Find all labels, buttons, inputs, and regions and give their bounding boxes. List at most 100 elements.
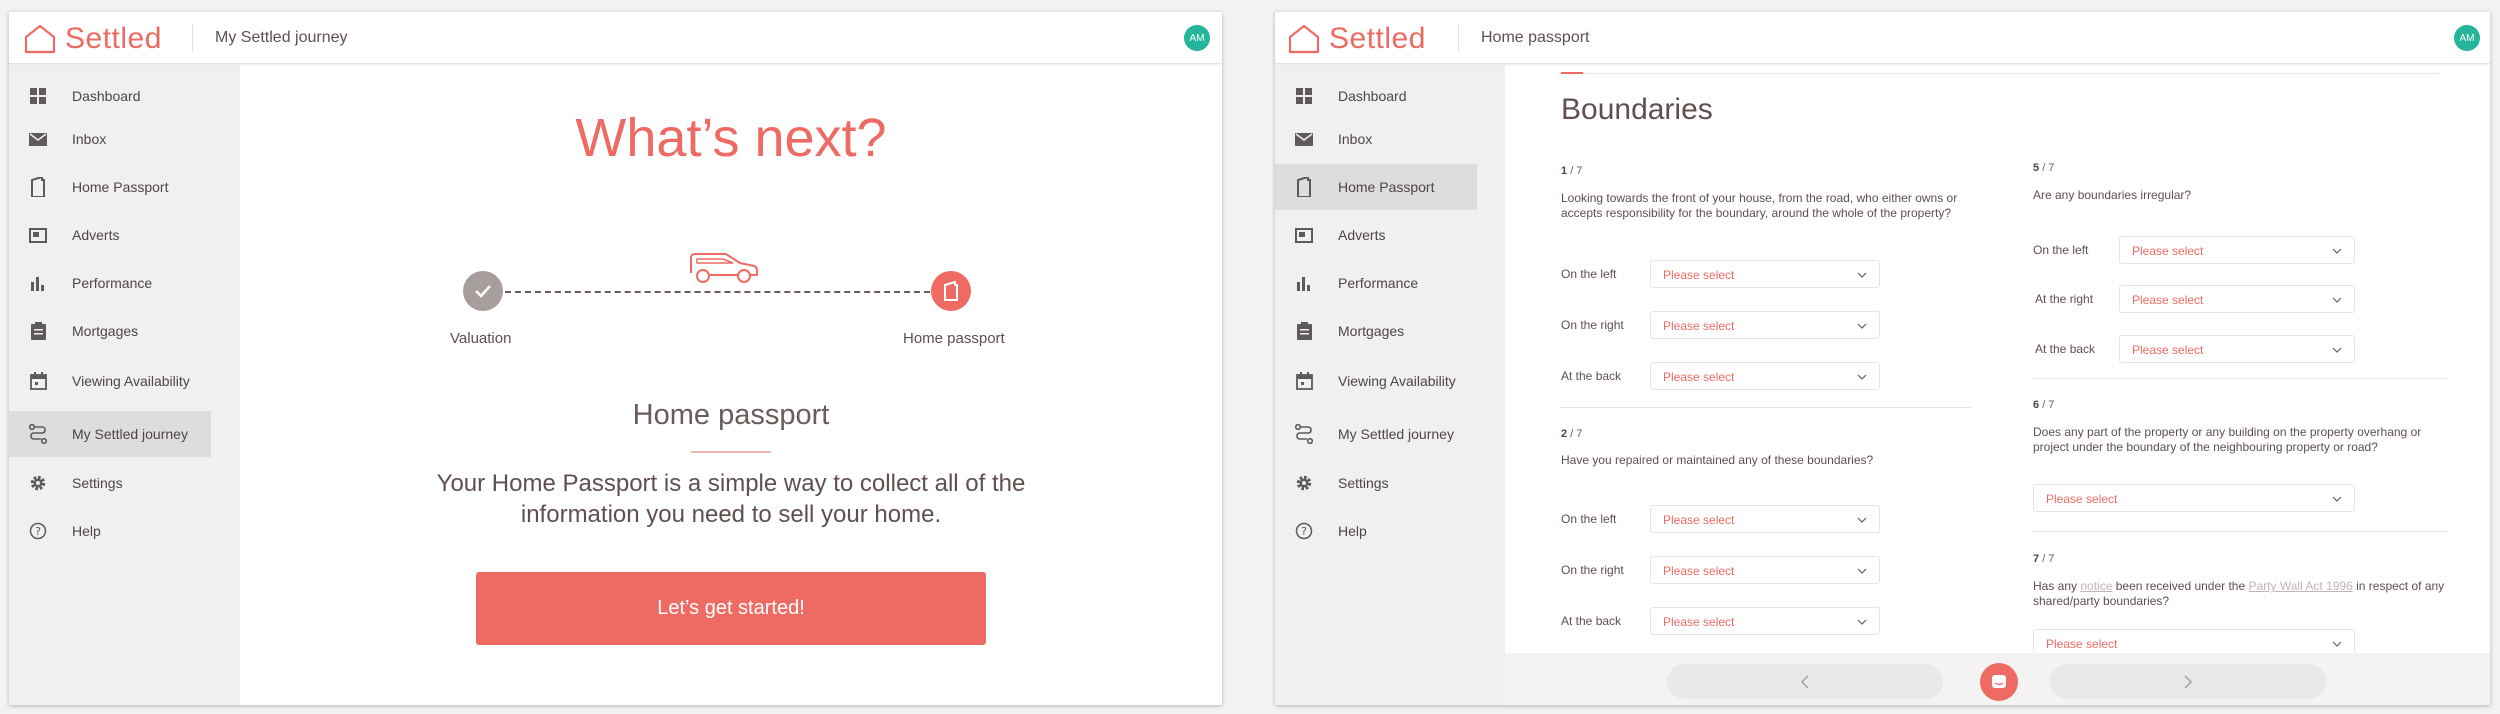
party-wall-act-link[interactable]: Party Wall Act 1996 [2249, 579, 2353, 593]
header-divider [192, 24, 193, 52]
sidebar-item-label: Inbox [1338, 131, 1373, 147]
divider [1559, 407, 1971, 408]
form-navigation-bar [1505, 653, 2490, 705]
clipboard-icon [1293, 320, 1315, 342]
select-q5-right[interactable]: Please select [2119, 285, 2355, 313]
grid-icon [1293, 85, 1315, 107]
sidebar-item-performance[interactable]: Performance [9, 260, 211, 306]
sidebar-item-inbox[interactable]: Inbox [9, 116, 211, 162]
row-label: On the left [1561, 267, 1617, 281]
sidebar-item-label: My Settled journey [1338, 426, 1454, 442]
sidebar-item-label: Mortgages [1338, 323, 1405, 339]
question-number: 1 / 7 [1561, 165, 1583, 177]
sidebar-item-settings[interactable]: Settings [9, 460, 211, 506]
avatar[interactable]: AM [1184, 25, 1210, 51]
sidebar-item-help[interactable]: ? Help [1275, 508, 1477, 554]
help-icon: ? [27, 520, 49, 542]
select-q1-right[interactable]: Please select [1650, 311, 1880, 339]
progress-fill [1561, 72, 1583, 74]
sidebar-item-home-passport[interactable]: Home Passport [1275, 164, 1477, 210]
sidebar-item-inbox[interactable]: Inbox [1275, 116, 1477, 162]
notice-link[interactable]: notice [2080, 579, 2112, 593]
chevron-down-icon [2332, 248, 2342, 254]
step-label-valuation: Valuation [450, 330, 512, 347]
top-bar: Settled My Settled journey AM [9, 12, 1222, 64]
sidebar-item-dashboard[interactable]: Dashboard [9, 73, 211, 119]
select-q1-back[interactable]: Please select [1650, 362, 1880, 390]
sidebar-item-label: Mortgages [72, 323, 139, 339]
passport-icon [1293, 176, 1315, 198]
sidebar-item-mortgages[interactable]: Mortgages [1275, 308, 1477, 354]
sidebar-item-adverts[interactable]: Adverts [1275, 212, 1477, 258]
boundaries-form: Boundaries 1 / 7 Looking towards the fro… [1505, 65, 2490, 705]
row-label: At the back [2035, 342, 2096, 356]
sidebar-item-my-settled-journey[interactable]: My Settled journey [9, 411, 211, 457]
sidebar-item-label: Home Passport [1338, 179, 1435, 195]
select-q2-back[interactable]: Please select [1650, 607, 1880, 635]
page-title: Home passport [1481, 29, 1590, 46]
select-q5-back[interactable]: Please select [2119, 335, 2355, 363]
calendar-icon [1293, 370, 1315, 392]
chevron-down-icon [2332, 496, 2342, 502]
sidebar-item-label: Performance [1338, 275, 1419, 291]
sidebar: Dashboard Inbox Home Passport Adverts Pe… [9, 65, 240, 705]
sidebar-item-label: Inbox [72, 131, 107, 147]
sidebar-item-help[interactable]: ? Help [9, 508, 211, 554]
house-logo-icon [1288, 24, 1320, 54]
sidebar-item-adverts[interactable]: Adverts [9, 212, 211, 258]
question-text: Has any notice been received under the P… [2033, 579, 2445, 608]
advert-icon [1293, 224, 1315, 246]
sidebar-item-label: Help [1338, 523, 1367, 539]
top-bar: Settled Home passport AM [1275, 12, 2490, 64]
sidebar-item-label: Viewing Availability [72, 373, 190, 389]
section-rule [691, 451, 771, 453]
select-q6[interactable]: Please select [2033, 484, 2355, 512]
step-home-passport [931, 271, 971, 311]
progress-line [495, 291, 940, 293]
chevron-down-icon [1857, 272, 1867, 278]
row-label: On the right [1561, 563, 1624, 577]
advert-icon [27, 224, 49, 246]
question-number: 7 / 7 [2033, 553, 2055, 565]
question-number: 2 / 7 [1561, 428, 1583, 440]
sidebar-item-my-settled-journey[interactable]: My Settled journey [1275, 411, 1477, 457]
row-label: On the left [2033, 243, 2089, 257]
section-description: Your Home Passport is a simple way to co… [436, 470, 1026, 528]
select-q1-left[interactable]: Please select [1650, 260, 1880, 288]
sidebar-item-home-passport[interactable]: Home Passport [9, 164, 211, 210]
sidebar-item-label: Viewing Availability [1338, 373, 1456, 389]
help-icon: ? [1293, 520, 1315, 542]
select-q2-left[interactable]: Please select [1650, 505, 1880, 533]
sidebar-item-label: Adverts [72, 227, 120, 243]
sidebar-item-label: Adverts [1338, 227, 1386, 243]
car-icon [688, 248, 760, 291]
sidebar-item-viewing-availability[interactable]: Viewing Availability [1275, 358, 1477, 404]
question-number: 6 / 7 [2033, 399, 2055, 411]
settled-logo[interactable]: Settled [1287, 22, 1426, 56]
next-button[interactable] [2050, 664, 2326, 699]
settled-logo[interactable]: Settled [23, 22, 162, 56]
home-passport-window: Settled Home passport AM Dashboard Inbox… [1275, 12, 2490, 705]
sidebar-item-label: Performance [72, 275, 153, 291]
previous-button[interactable] [1667, 664, 1943, 699]
section-title: Home passport [632, 399, 830, 431]
form-title: Boundaries [1561, 93, 1713, 126]
sidebar-item-settings[interactable]: Settings [1275, 460, 1477, 506]
chevron-down-icon [1857, 323, 1867, 329]
sidebar-item-mortgages[interactable]: Mortgages [9, 308, 211, 354]
row-label: On the right [1561, 318, 1624, 332]
sidebar-item-label: Home Passport [72, 179, 169, 195]
sidebar-item-dashboard[interactable]: Dashboard [1275, 73, 1477, 119]
select-q2-right[interactable]: Please select [1650, 556, 1880, 584]
chat-button[interactable] [1980, 663, 2018, 701]
chevron-left-icon [1800, 674, 1809, 689]
divider [2031, 378, 2449, 379]
bar-chart-icon [27, 272, 49, 294]
select-q5-left[interactable]: Please select [2119, 236, 2355, 264]
get-started-button[interactable]: Let’s get started! [476, 572, 986, 645]
sidebar-item-viewing-availability[interactable]: Viewing Availability [9, 358, 211, 404]
avatar[interactable]: AM [2454, 25, 2480, 51]
journey-window: Settled My Settled journey AM Dashboard … [9, 12, 1222, 705]
house-logo-icon [24, 24, 56, 54]
sidebar-item-performance[interactable]: Performance [1275, 260, 1477, 306]
